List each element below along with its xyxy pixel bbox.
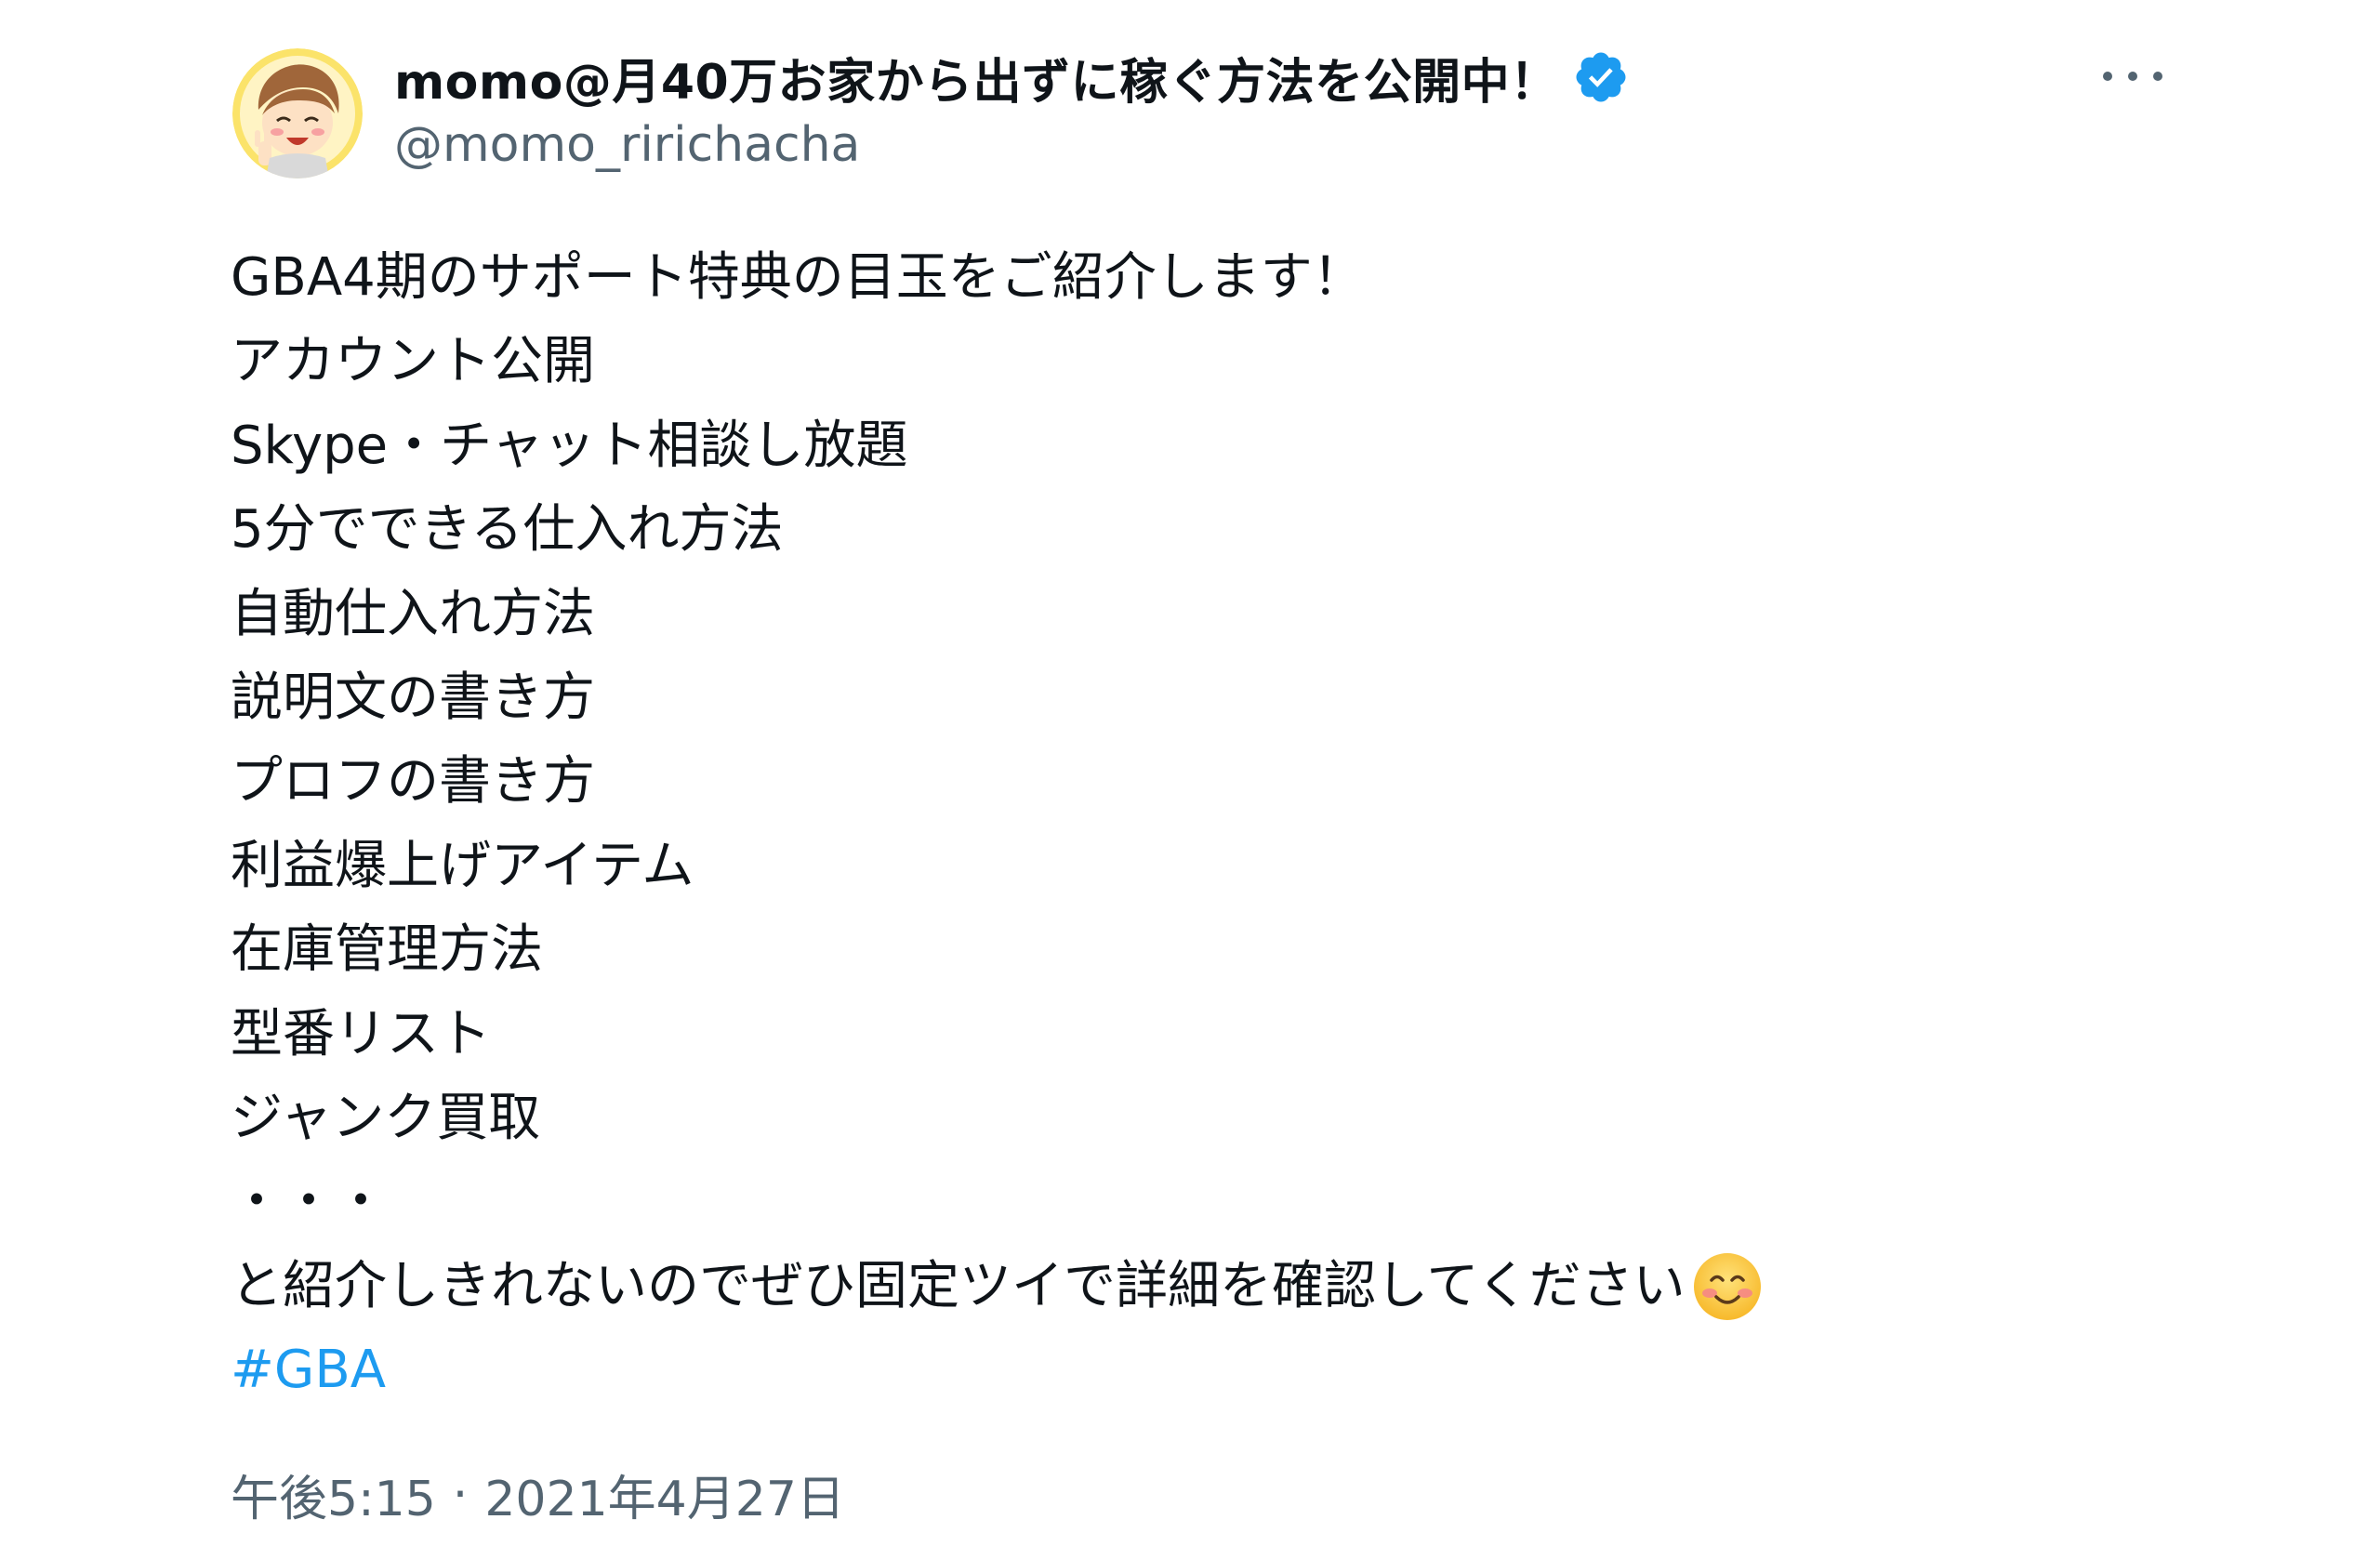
- more-dot: [2153, 72, 2162, 81]
- tweet-meta: 午後5:15 · 2021年4月27日: [231, 1460, 845, 1529]
- author-name-row: momo@月40万お家から出ずに稼ぐ方法を公開中！: [394, 43, 1630, 112]
- tweet-line: 説明文の書き方: [231, 667, 595, 728]
- tweet-line: 利益爆上げアイテム: [231, 835, 694, 896]
- tweet-line: 5分でできる仕入れ方法: [231, 499, 784, 561]
- author-handle[interactable]: @momo_ririchacha: [394, 117, 860, 173]
- avatar-cartoon-icon: [232, 48, 363, 178]
- more-dot: [2128, 72, 2137, 81]
- verified-badge-icon[interactable]: [1572, 48, 1630, 106]
- avatar[interactable]: [232, 48, 363, 178]
- tweet-line: Skype・チャット相談し放題: [231, 415, 908, 476]
- hashtag-link[interactable]: #GBA: [231, 1328, 386, 1412]
- tweet-line: 在庫管理方法: [231, 919, 543, 981]
- smiling-face-icon: [1691, 1250, 1764, 1323]
- tweet-line: アカウント公開: [231, 331, 595, 392]
- tweet-last-line-text: と紹介しきれないのでぜひ固定ツイで詳細を確認してください: [231, 1255, 1686, 1316]
- tweet-line: プロフの書き方: [231, 751, 595, 813]
- tweet-text: GBA4期のサポート特典の目玉をご紹介します！ アカウント公開 Skype・チャ…: [231, 236, 2276, 1412]
- more-options-icon[interactable]: [2103, 54, 2162, 99]
- display-name[interactable]: momo@月40万お家から出ずに稼ぐ方法を公開中！: [394, 43, 1559, 112]
- hashtag-line: #GBA: [231, 1328, 2276, 1412]
- tweet-line: 自動仕入れ方法: [231, 583, 595, 644]
- tweet-line: 型番リスト: [231, 1003, 491, 1064]
- tweet-line: GBA4期のサポート特典の目玉をご紹介します！: [231, 247, 1365, 308]
- tweet-date[interactable]: 2021年4月27日: [484, 1460, 845, 1529]
- tweet-line: ジャンク買取: [231, 1087, 541, 1148]
- tweet-last-line: と紹介しきれないのでぜひ固定ツイで詳細を確認してください: [231, 1245, 2276, 1328]
- meta-separator: ·: [452, 1466, 469, 1523]
- more-dot: [2103, 72, 2112, 81]
- tweet-card: momo@月40万お家から出ずに稼ぐ方法を公開中！ @momo_ririchac…: [0, 0, 2380, 1546]
- tweet-time[interactable]: 午後5:15: [231, 1460, 436, 1529]
- tweet-line: ・・・: [231, 1171, 387, 1233]
